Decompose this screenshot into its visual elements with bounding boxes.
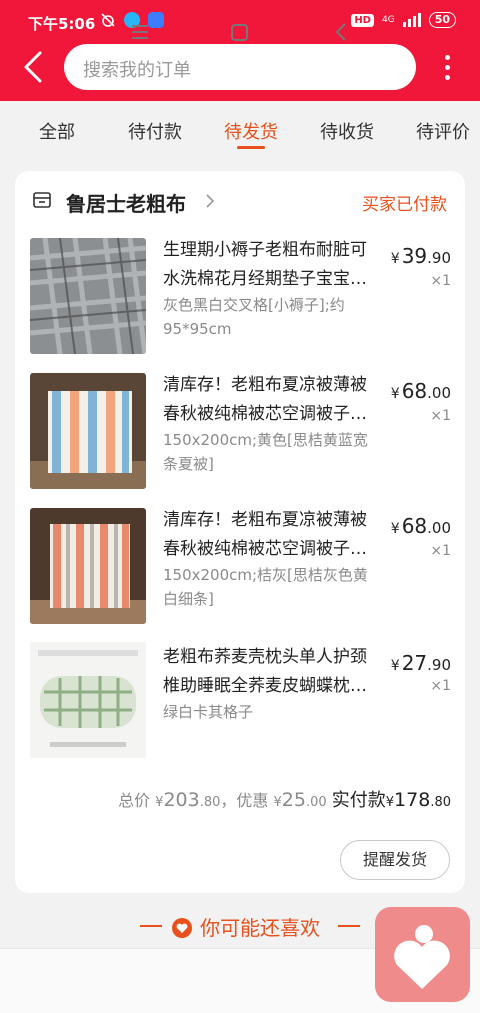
chevron-right-icon[interactable] — [204, 193, 216, 209]
tab-pending-receipt[interactable]: 待收货 — [320, 118, 374, 144]
product-image[interactable] — [30, 508, 146, 624]
tab-pending-payment[interactable]: 待付款 — [128, 118, 182, 144]
recommend-title: 你可能还喜欢 — [200, 916, 320, 940]
search-placeholder: 搜索我的订单 — [83, 60, 191, 81]
total-label: 总价 — [118, 791, 151, 810]
product-sku: 150x200cm;桔灰[思桔灰色黄白细条] — [163, 566, 368, 608]
tab-pending-shipment[interactable]: 待发货 — [224, 118, 278, 144]
active-tab-indicator — [237, 146, 265, 149]
product-image[interactable] — [30, 238, 146, 354]
order-status: 买家已付款 — [362, 195, 447, 215]
tab-all[interactable]: 全部 — [39, 118, 75, 144]
more-menu-icon[interactable] — [440, 52, 454, 82]
divider — [338, 925, 360, 927]
battery-icon: 50 — [428, 12, 456, 28]
product-image[interactable] — [30, 373, 146, 489]
product-quantity: ×1 — [430, 678, 451, 694]
product-price: ¥39.90 — [390, 244, 451, 268]
hd-badge: HD — [351, 13, 374, 27]
paid-amount: 178 — [394, 789, 431, 811]
app-notification-icon — [148, 12, 164, 28]
product-image[interactable] — [30, 642, 146, 758]
nav-back-icon[interactable] — [334, 22, 348, 42]
tab-pending-review[interactable]: 待评价 — [416, 118, 470, 144]
product-quantity: ×1 — [430, 408, 451, 424]
product-sku: 绿白卡其格子 — [163, 703, 254, 721]
home-icon[interactable] — [231, 24, 248, 41]
product-title[interactable]: 生理期小褥子老粗布耐脏可水洗棉花月经期垫子宝宝… — [163, 236, 381, 294]
floating-heart-button[interactable] — [375, 907, 470, 1002]
heart-icon — [394, 925, 450, 989]
divider — [140, 925, 162, 927]
product-title[interactable]: 清库存！老粗布夏凉被薄被春秋被纯棉被芯空调被子… — [163, 506, 381, 564]
shop-icon — [33, 192, 51, 208]
discount-amount: 25 — [281, 789, 306, 811]
menu-icon[interactable] — [130, 24, 150, 40]
order-totals: 总价 ¥203.80，优惠 ¥25.00 实付款¥178.80 — [118, 789, 451, 811]
total-amount: 203 — [163, 789, 200, 811]
discount-label: ，优惠 — [220, 791, 269, 810]
alarm-off-icon — [101, 13, 115, 27]
order-tabs: 全部 待付款 待发货 待收货 待评价 — [0, 101, 480, 159]
shop-name[interactable]: 鲁居士老粗布 — [66, 188, 186, 217]
product-sku: 灰色黑白交叉格[小褥子];约95*95cm — [163, 296, 345, 338]
search-input[interactable]: 搜索我的订单 — [64, 44, 416, 90]
product-quantity: ×1 — [430, 273, 451, 289]
heart-icon — [172, 918, 192, 938]
product-sku: 150x200cm;黄色[思桔黄蓝宽条夏被] — [163, 431, 368, 473]
status-time: 下午5:06 — [28, 15, 96, 33]
signal-icon — [402, 13, 421, 27]
network-label: 4G — [381, 15, 395, 25]
product-title[interactable]: 老粗布荞麦壳枕头单人护颈椎助睡眠全荞麦皮蝴蝶枕… — [163, 643, 381, 701]
product-quantity: ×1 — [430, 543, 451, 559]
remind-shipment-button[interactable]: 提醒发货 — [340, 840, 450, 880]
product-price: ¥27.90 — [390, 651, 451, 675]
product-price: ¥68.00 — [390, 514, 451, 538]
back-arrow-icon[interactable] — [18, 50, 48, 84]
product-price: ¥68.00 — [390, 379, 451, 403]
paid-label: 实付款 — [331, 790, 386, 811]
product-title[interactable]: 清库存！老粗布夏凉被薄被春秋被纯棉被芯空调被子… — [163, 371, 381, 429]
